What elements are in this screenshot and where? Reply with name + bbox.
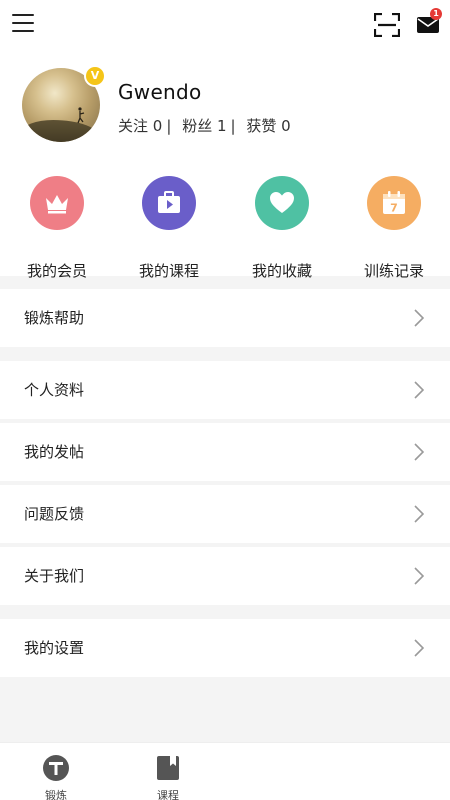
- chevron-right-icon: [414, 443, 424, 461]
- quick-action-favorites[interactable]: 我的收藏: [234, 176, 330, 280]
- quick-action-courses[interactable]: 我的课程: [121, 176, 217, 280]
- menu-item-feedback[interactable]: 问题反馈: [0, 485, 450, 543]
- username: Gwendo: [118, 80, 202, 104]
- quick-action-training-log[interactable]: 7 训练记录: [346, 176, 442, 280]
- menu-item-settings[interactable]: 我的设置: [0, 619, 450, 677]
- top-bar: 1: [0, 0, 450, 52]
- quick-action-label: 训练记录: [363, 262, 424, 280]
- chevron-right-icon: [414, 381, 424, 399]
- tab-label: 课程: [157, 789, 179, 800]
- bookmark-book-icon: [157, 756, 179, 780]
- menu-item-label: 个人资料: [24, 381, 85, 399]
- likes-stat[interactable]: 获赞 0: [246, 117, 290, 135]
- menu-item-exercise-help[interactable]: 锻炼帮助: [0, 289, 450, 347]
- hamburger-menu-icon[interactable]: [12, 14, 34, 34]
- quick-action-label: 我的收藏: [251, 262, 312, 280]
- quick-action-label: 我的会员: [26, 262, 87, 280]
- chevron-right-icon: [414, 505, 424, 523]
- chevron-right-icon: [414, 639, 424, 657]
- menu-item-my-posts[interactable]: 我的发帖: [0, 423, 450, 481]
- tab-exercise[interactable]: 锻炼: [26, 751, 86, 800]
- quick-action-membership[interactable]: 我的会员: [9, 176, 105, 280]
- heart-icon: [255, 176, 309, 230]
- chevron-right-icon: [414, 309, 424, 327]
- profile-header: V Gwendo 关注 0 | 粉丝 1 | 获赞 0: [0, 52, 450, 158]
- unread-badge: 1: [430, 8, 442, 20]
- menu-item-about-us[interactable]: 关于我们: [0, 547, 450, 605]
- exercise-t-icon: [43, 755, 69, 781]
- calendar-icon: 7: [367, 176, 421, 230]
- course-bag-icon: [142, 176, 196, 230]
- menu-item-label: 锻炼帮助: [24, 309, 85, 327]
- crown-icon: [30, 176, 84, 230]
- quick-action-label: 我的课程: [138, 262, 199, 280]
- quick-actions: 我的会员 我的课程 我的收藏 7 训练记录: [0, 158, 450, 280]
- chevron-right-icon: [414, 567, 424, 585]
- fans-stat[interactable]: 粉丝 1: [182, 117, 226, 135]
- tab-label: 锻炼: [45, 789, 67, 800]
- menu-item-label: 我的设置: [24, 639, 85, 657]
- menu-item-profile-info[interactable]: 个人资料: [0, 361, 450, 419]
- menu-item-label: 关于我们: [24, 567, 85, 585]
- svg-text:7: 7: [390, 202, 398, 215]
- tab-courses[interactable]: 课程: [138, 751, 198, 800]
- following-stat[interactable]: 关注 0: [118, 117, 162, 135]
- menu-item-label: 问题反馈: [24, 505, 85, 523]
- scan-frame-icon[interactable]: [373, 12, 401, 38]
- bottom-tab-bar: 锻炼 课程: [0, 742, 450, 800]
- vip-badge: V: [84, 65, 106, 87]
- menu-item-label: 我的发帖: [24, 443, 85, 461]
- profile-stats: 关注 0 | 粉丝 1 | 获赞 0: [118, 117, 291, 135]
